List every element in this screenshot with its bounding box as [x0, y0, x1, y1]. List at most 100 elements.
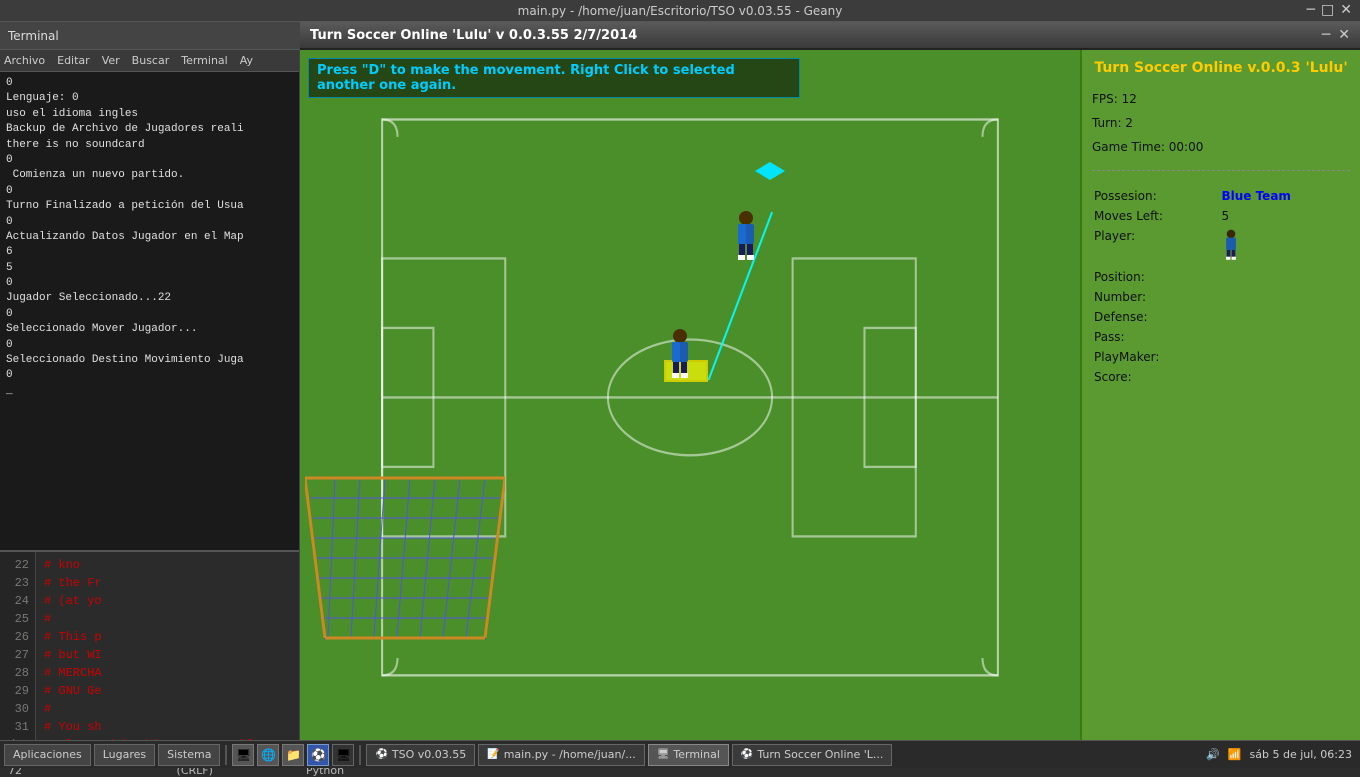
app3-icon: 📁	[286, 748, 301, 762]
taskbar-time: sáb 5 de jul, 06:23	[1250, 748, 1352, 761]
position-value	[1221, 268, 1348, 286]
game-message: Press "D" to make the movement. Right Cl…	[317, 63, 735, 93]
number-value	[1221, 288, 1348, 306]
terminal-line-14: Jugador Seleccionado...22	[6, 291, 293, 306]
menu-ver[interactable]: Ver	[102, 54, 120, 67]
soccer-icon: ⚽	[741, 749, 753, 760]
taskbar-icon-terminal[interactable]: 🖥	[332, 744, 354, 766]
terminal-line-4: there is no soundcard	[6, 138, 293, 153]
code-line-29: # GNU Ge	[44, 682, 291, 700]
score-value	[1221, 368, 1348, 386]
taskbar-apps-btn[interactable]: Aplicaciones	[4, 744, 91, 766]
terminal-line-2: uso el idioma ingles	[6, 107, 293, 122]
terminal-line-10: Actualizando Datos Jugador en el Map	[6, 230, 293, 245]
title-bar-buttons: ─ □ ✕	[1307, 2, 1352, 18]
close-btn[interactable]: ✕	[1340, 2, 1352, 18]
defense-value	[1221, 308, 1348, 326]
number-label: Number:	[1094, 288, 1219, 306]
game-content: Press "D" to make the movement. Right Cl…	[300, 50, 1360, 768]
taskbar-soccer-btn[interactable]: ⚽ Turn Soccer Online 'L...	[732, 744, 893, 766]
code-editor[interactable]: 22 23 24 25 26 27 28 29 30 31 32 33 34 #…	[0, 552, 299, 746]
terminal-line-13: 0	[6, 276, 293, 291]
pass-value	[1221, 328, 1348, 346]
terminal-cursor: _	[6, 384, 293, 399]
terminal-line-9: 0	[6, 215, 293, 230]
geany-menu: Archivo Editar Ver Buscar Terminal Ay	[0, 50, 299, 72]
taskbar-main-btn[interactable]: 📝 main.py - /home/juan/...	[478, 744, 644, 766]
taskbar-places-btn[interactable]: Lugares	[94, 744, 155, 766]
geany-title-text: Terminal	[8, 29, 59, 43]
taskbar-icon-files[interactable]: 🖥	[232, 744, 254, 766]
info-table: Possesion: Blue Team Moves Left: 5 Playe…	[1092, 185, 1350, 388]
position-label: Position:	[1094, 268, 1219, 286]
terminal-line-16: Seleccionado Mover Jugador...	[6, 322, 293, 337]
defense-label: Defense:	[1094, 308, 1219, 326]
terminal-line-19: 0	[6, 368, 293, 383]
score-label: Score:	[1094, 368, 1219, 386]
code-content[interactable]: # kno # the Fr # (at yo # # This p # but…	[36, 552, 299, 746]
minimize-btn[interactable]: ─	[1307, 2, 1315, 18]
taskbar-icon-app4[interactable]: ⚽	[307, 744, 329, 766]
code-line-30: #	[44, 700, 291, 718]
tso-icon: ⚽	[375, 749, 387, 760]
taskbar-icon-browser[interactable]: 🌐	[257, 744, 279, 766]
turn-display: Turn: 2	[1092, 116, 1350, 130]
game-title-text: Turn Soccer Online 'Lulu' v 0.0.3.55 2/7…	[310, 28, 637, 43]
geany-title-bar: Terminal	[0, 22, 299, 50]
player-label: Player:	[1094, 227, 1219, 266]
player-selected[interactable]	[664, 328, 696, 380]
terminal-icon: 🖥	[336, 748, 351, 762]
line-numbers: 22 23 24 25 26 27 28 29 30 31 32 33 34	[0, 552, 36, 746]
menu-terminal[interactable]: Terminal	[181, 54, 228, 67]
menu-ay[interactable]: Ay	[240, 54, 253, 67]
code-line-31: # You sh	[44, 718, 291, 736]
geany-icon: 📝	[487, 749, 499, 760]
menu-archivo[interactable]: Archivo	[4, 54, 45, 67]
menu-buscar[interactable]: Buscar	[132, 54, 170, 67]
game-time-display: Game Time: 00:00	[1092, 140, 1350, 154]
possesion-label: Possesion:	[1094, 187, 1219, 205]
playmaker-value	[1221, 348, 1348, 366]
main-container: Terminal Archivo Editar Ver Buscar Termi…	[0, 22, 1360, 768]
code-line-24: # (at yo	[44, 592, 291, 610]
moves-left-label: Moves Left:	[1094, 207, 1219, 225]
pass-label: Pass:	[1094, 328, 1219, 346]
code-line-28: # MERCHA	[44, 664, 291, 682]
taskbar-volume-icon[interactable]: 🔊	[1206, 748, 1220, 761]
terminal-line-6: Comienza un nuevo partido.	[6, 168, 293, 183]
code-line-25: #	[44, 610, 291, 628]
title-bar: main.py - /home/juan/Escritorio/TSO v0.0…	[0, 0, 1360, 22]
message-bar: Press "D" to make the movement. Right Cl…	[308, 58, 800, 98]
menu-editar[interactable]: Editar	[57, 54, 90, 67]
window-title: main.py - /home/juan/Escritorio/TSO v0.0…	[518, 4, 843, 18]
soccer-online-label: Turn Soccer Online 'L...	[757, 748, 883, 761]
player-1[interactable]	[730, 210, 762, 262]
terminal-output: 0 Lenguaje: 0 uso el idioma ingles Backu…	[0, 72, 299, 552]
code-line-26: # This p	[44, 628, 291, 646]
game-info-panel: Turn Soccer Online v.0.0.3 'Lulu' FPS: 1…	[1080, 50, 1360, 768]
taskbar-terminal-btn[interactable]: 🖥 Terminal	[648, 744, 729, 766]
browser-icon: 🌐	[261, 748, 276, 762]
taskbar-icon-app3[interactable]: 📁	[282, 744, 304, 766]
maximize-btn[interactable]: □	[1321, 2, 1334, 18]
goal	[305, 468, 505, 648]
terminal-line-1: Lenguaje: 0	[6, 91, 293, 106]
info-separator	[1092, 170, 1350, 171]
game-info-title: Turn Soccer Online v.0.0.3 'Lulu'	[1092, 60, 1350, 76]
terminal-line-17: 0	[6, 338, 293, 353]
taskbar-right: 🔊 📶 sáb 5 de jul, 06:23	[1206, 748, 1356, 761]
terminal-line-8: Turno Finalizado a petición del Usua	[6, 199, 293, 214]
game-title-bar: Turn Soccer Online 'Lulu' v 0.0.3.55 2/7…	[300, 22, 1360, 50]
terminal-line-12: 5	[6, 261, 293, 276]
taskbar-system-btn[interactable]: Sistema	[158, 744, 220, 766]
terminal-line-15: 0	[6, 307, 293, 322]
taskbar-tso-btn[interactable]: ⚽ TSO v0.03.55	[366, 744, 475, 766]
taskbar-network-icon[interactable]: 📶	[1228, 748, 1242, 761]
field-svg	[300, 50, 1080, 768]
game-close-btn[interactable]: ✕	[1338, 27, 1350, 43]
soccer-field[interactable]: Press "D" to make the movement. Right Cl…	[300, 50, 1080, 768]
moves-left-value: 5	[1221, 207, 1348, 225]
terminal-line-18: Seleccionado Destino Movimiento Juga	[6, 353, 293, 368]
game-minimize-btn[interactable]: ─	[1322, 27, 1330, 43]
terminal-line-0: 0	[6, 76, 293, 91]
